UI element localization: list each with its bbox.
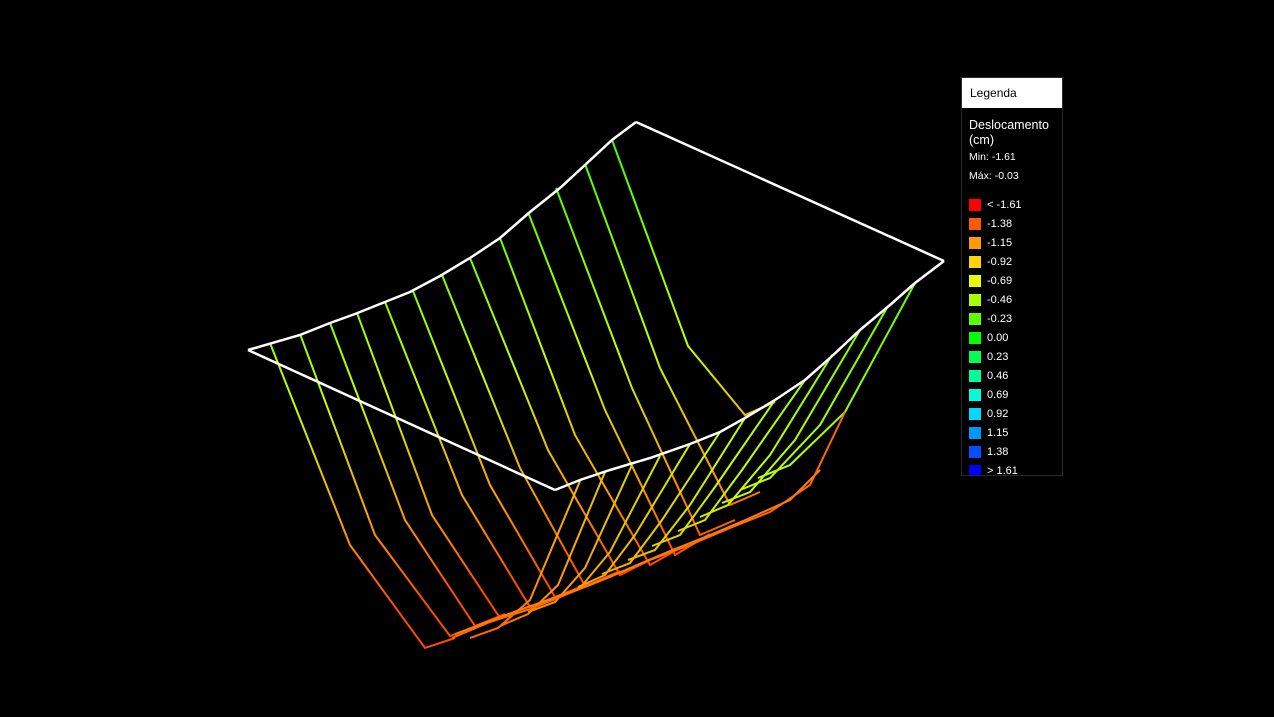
mesh-line bbox=[269, 342, 456, 650]
legend-scale-row: 0.69 bbox=[969, 385, 1062, 404]
mesh-line bbox=[499, 237, 681, 567]
legend-max: Máx: -0.03 bbox=[962, 167, 1062, 186]
legend-quantity-unit: (cm) bbox=[969, 133, 994, 147]
legend-scale-row: -0.23 bbox=[969, 309, 1062, 328]
mesh-line bbox=[757, 282, 916, 479]
legend-swatch bbox=[969, 407, 981, 420]
legend-scale-label: -0.69 bbox=[987, 274, 1013, 287]
legend-scale-label: > 1.61 bbox=[987, 464, 1018, 476]
legend-scale-row: -0.46 bbox=[969, 290, 1062, 309]
legend-scale-label: -1.15 bbox=[987, 236, 1013, 249]
legend-scale-label: 0.23 bbox=[987, 350, 1009, 363]
legend-swatch bbox=[969, 274, 981, 287]
legend-scale-label: -1.38 bbox=[987, 217, 1013, 230]
legend-color-scale: < -1.61 -1.38 -1.15 -0.92 -0.69 -0.46 -0.23 0.0… bbox=[962, 195, 1062, 476]
legend-scale-label: -0.92 bbox=[987, 255, 1013, 268]
legend-scale-row: 0.92 bbox=[969, 404, 1062, 423]
legend-scale-row: 0.00 bbox=[969, 328, 1062, 347]
legend-swatch bbox=[969, 350, 981, 363]
legend-quantity-name: Deslocamento bbox=[969, 118, 1049, 132]
legend-scale-label: 1.15 bbox=[987, 426, 1009, 439]
legend-scale-row: -0.92 bbox=[969, 252, 1062, 271]
legend-scale-row: 1.38 bbox=[969, 442, 1062, 461]
legend-scale-row: 1.15 bbox=[969, 423, 1062, 442]
legend-max-label: Máx: bbox=[969, 170, 992, 182]
legend-scale-label: -0.46 bbox=[987, 293, 1013, 306]
legend-title: Legenda bbox=[962, 78, 1062, 108]
legend-swatch bbox=[969, 426, 981, 439]
undeformed-outline bbox=[247, 120, 945, 492]
legend-scale-label: 0.92 bbox=[987, 407, 1009, 420]
legend-scale-row: > 1.61 bbox=[969, 461, 1062, 476]
legend-swatch bbox=[969, 445, 981, 458]
legend-swatch bbox=[969, 236, 981, 249]
legend-scale-row: 0.46 bbox=[969, 366, 1062, 385]
legend-scale-label: 0.00 bbox=[987, 331, 1009, 344]
legend-swatch bbox=[969, 198, 981, 211]
legend-swatch bbox=[969, 217, 981, 230]
legend-scale-label: -0.23 bbox=[987, 312, 1013, 325]
legend-swatch bbox=[969, 464, 981, 475]
legend-panel: Legenda Deslocamento (cm) Min: -1.61 Máx:… bbox=[961, 77, 1063, 476]
legend-swatch bbox=[969, 312, 981, 325]
mesh-line bbox=[611, 139, 776, 417]
legend-scale-row: -1.15 bbox=[969, 233, 1062, 252]
legend-swatch bbox=[969, 331, 981, 344]
legend-scale-row: -1.38 bbox=[969, 214, 1062, 233]
legend-swatch bbox=[969, 293, 981, 306]
legend-max-value: -0.03 bbox=[994, 170, 1019, 182]
legend-min-label: Min: bbox=[969, 151, 989, 163]
legend-min-value: -1.61 bbox=[991, 151, 1016, 163]
mesh-lines bbox=[269, 139, 916, 650]
legend-scale-row: -0.69 bbox=[969, 271, 1062, 290]
legend-scale-row: 0.23 bbox=[969, 347, 1062, 366]
legend-scale-label: 0.46 bbox=[987, 369, 1009, 382]
mesh-line bbox=[677, 379, 806, 532]
legend-quantity: Deslocamento (cm) bbox=[962, 108, 1062, 148]
legend-swatch bbox=[969, 255, 981, 268]
legend-scale-label: 0.69 bbox=[987, 388, 1009, 401]
deformed-mesh-plot bbox=[247, 120, 945, 650]
legend-scale-label: 1.38 bbox=[987, 445, 1009, 458]
model-viewport[interactable]: Legenda Deslocamento (cm) Min: -1.61 Máx:… bbox=[0, 0, 1274, 717]
mesh-line bbox=[739, 305, 889, 491]
legend-scale-label: < -1.61 bbox=[987, 198, 1022, 211]
legend-scale-row: < -1.61 bbox=[969, 195, 1062, 214]
legend-min: Min: -1.61 bbox=[962, 148, 1062, 167]
legend-swatch bbox=[969, 369, 981, 382]
legend-swatch bbox=[969, 388, 981, 401]
